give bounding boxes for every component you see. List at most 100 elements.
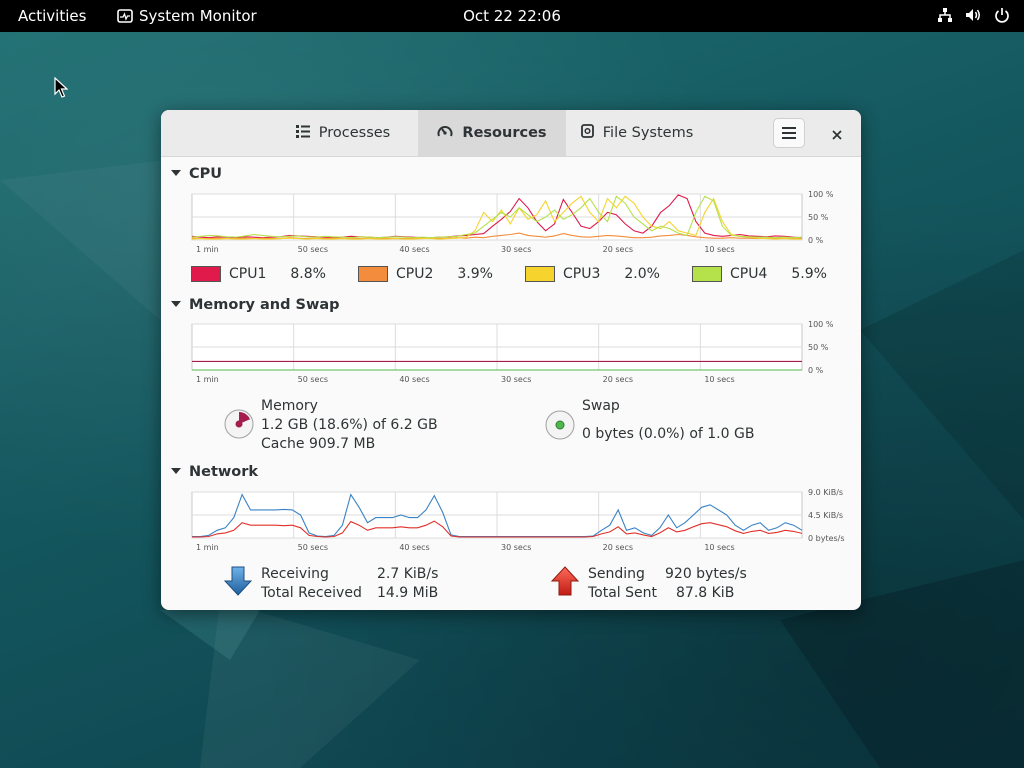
system-monitor-icon bbox=[117, 9, 133, 23]
y-tick-label: 9.0 KiB/s bbox=[808, 488, 843, 497]
memory-usage: 1.2 GB (18.6%) of 6.2 GB bbox=[261, 417, 438, 433]
x-tick-label: 1 min bbox=[196, 245, 219, 254]
cpu3-color-swatch[interactable] bbox=[525, 266, 555, 282]
tab-processes[interactable]: Processes bbox=[279, 110, 407, 156]
header-bar: Processes Resources File Systems bbox=[161, 110, 861, 157]
cpu3-name: CPU3 bbox=[563, 266, 601, 282]
receiving-label: Receiving bbox=[261, 566, 329, 582]
pie-center bbox=[555, 420, 565, 430]
activities-button[interactable]: Activities bbox=[18, 7, 86, 25]
close-icon bbox=[832, 125, 842, 144]
y-tick-label: 4.5 KiB/s bbox=[808, 511, 843, 520]
cpu3-value: 2.0% bbox=[624, 266, 660, 282]
cpu4-name: CPU4 bbox=[730, 266, 768, 282]
hamburger-menu-icon bbox=[782, 124, 796, 143]
memory-section-title: Memory and Swap bbox=[189, 297, 340, 313]
clock[interactable]: Oct 22 22:06 bbox=[463, 7, 561, 25]
cpu-section-toggle[interactable]: CPU bbox=[171, 166, 222, 182]
expander-arrow-icon bbox=[171, 166, 181, 182]
swap-usage: 0 bytes (0.0%) of 1.0 GB bbox=[582, 426, 755, 442]
tab-processes-label: Processes bbox=[318, 125, 391, 141]
y-tick-label: 0 % bbox=[808, 366, 824, 375]
x-tick-label: 1 min bbox=[196, 375, 219, 384]
cpu4-legend[interactable]: CPU4 5.9% bbox=[692, 266, 827, 282]
x-tick-label: 40 secs bbox=[399, 543, 429, 552]
x-tick-label: 10 secs bbox=[704, 375, 734, 384]
close-window-button[interactable] bbox=[825, 122, 849, 146]
memory-info: Memory 1.2 GB (18.6%) of 6.2 GB Cache 90… bbox=[261, 397, 438, 454]
total-received-value: 14.9 MiB bbox=[377, 585, 439, 601]
network-icon bbox=[937, 7, 953, 23]
x-tick-label: 50 secs bbox=[298, 543, 328, 552]
cpu-section-title: CPU bbox=[189, 166, 223, 182]
x-tick-label: 50 secs bbox=[298, 375, 328, 384]
disk-icon bbox=[580, 124, 594, 142]
x-tick-label: 20 secs bbox=[603, 543, 633, 552]
x-tick-label: 30 secs bbox=[501, 245, 531, 254]
x-tick-label: 40 secs bbox=[399, 375, 429, 384]
memory-label: Memory bbox=[261, 398, 318, 414]
system-monitor-window: Processes Resources File Systems CPU 1 m… bbox=[161, 110, 861, 610]
total-received-label: Total Received bbox=[261, 585, 362, 601]
y-tick-label: 100 % bbox=[808, 320, 834, 329]
cpu2-legend[interactable]: CPU2 3.9% bbox=[358, 266, 493, 282]
cpu1-color-swatch[interactable] bbox=[191, 266, 221, 282]
gauge-icon bbox=[437, 124, 453, 142]
expander-arrow-icon bbox=[171, 464, 181, 480]
sending-arrow-icon[interactable] bbox=[550, 565, 580, 601]
x-tick-label: 10 secs bbox=[704, 543, 734, 552]
network-section-title: Network bbox=[189, 464, 259, 480]
cpu4-value: 5.9% bbox=[791, 266, 827, 282]
x-tick-label: 1 min bbox=[196, 543, 219, 552]
cpu1-value: 8.8% bbox=[290, 266, 326, 282]
y-tick-label: 0 bytes/s bbox=[808, 534, 845, 543]
app-menu-button[interactable]: System Monitor bbox=[117, 7, 257, 25]
memory-section-toggle[interactable]: Memory and Swap bbox=[171, 297, 340, 313]
sending-value: 920 bytes/s bbox=[665, 566, 747, 582]
top-bar: Activities System Monitor Oct 22 22:06 bbox=[0, 0, 1024, 32]
sending-label: Sending bbox=[588, 566, 645, 582]
receiving-value: 2.7 KiB/s bbox=[377, 566, 439, 582]
memory-pie-icon[interactable] bbox=[223, 408, 255, 440]
tab-resources-label: Resources bbox=[462, 125, 547, 141]
network-section-toggle[interactable]: Network bbox=[171, 464, 258, 480]
app-name: System Monitor bbox=[139, 7, 257, 25]
cpu2-name: CPU2 bbox=[396, 266, 434, 282]
x-tick-label: 20 secs bbox=[603, 245, 633, 254]
x-tick-label: 50 secs bbox=[298, 245, 328, 254]
system-tray[interactable] bbox=[937, 7, 1010, 23]
cpu3-legend[interactable]: CPU3 2.0% bbox=[525, 266, 660, 282]
cpu1-name: CPU1 bbox=[229, 266, 267, 282]
x-tick-label: 30 secs bbox=[501, 375, 531, 384]
x-tick-label: 10 secs bbox=[704, 245, 734, 254]
tab-file-systems-label: File Systems bbox=[602, 125, 694, 141]
tab-file-systems[interactable]: File Systems bbox=[573, 110, 701, 156]
cpu1-legend[interactable]: CPU1 8.8% bbox=[191, 266, 326, 282]
swap-info: Swap 0 bytes (0.0%) of 1.0 GB bbox=[582, 397, 754, 444]
power-icon bbox=[994, 7, 1010, 23]
expander-arrow-icon bbox=[171, 297, 181, 313]
main-menu-button[interactable] bbox=[773, 118, 805, 148]
y-tick-label: 50 % bbox=[808, 213, 829, 222]
swap-pie-icon[interactable] bbox=[544, 409, 576, 441]
memory-history-graph: 1 min 50 secs 40 secs 30 secs 20 secs 10 secs… bbox=[191, 320, 834, 384]
cpu4-color-swatch[interactable] bbox=[692, 266, 722, 282]
cpu-history-graph: 1 min 50 secs 40 secs 30 secs 20 secs 10 secs… bbox=[191, 190, 834, 254]
total-sent-label: Total Sent bbox=[588, 585, 658, 601]
receiving-arrow-icon[interactable] bbox=[223, 565, 253, 601]
total-sent-value: 87.8 KiB bbox=[676, 585, 735, 601]
y-tick-label: 100 % bbox=[808, 190, 834, 199]
memory-cache: Cache 909.7 MB bbox=[261, 436, 376, 452]
volume-icon bbox=[965, 7, 982, 23]
pie-center bbox=[235, 420, 243, 428]
cpu2-value: 3.9% bbox=[457, 266, 493, 282]
swap-label: Swap bbox=[582, 398, 620, 414]
tab-resources[interactable]: Resources bbox=[418, 110, 566, 156]
x-tick-label: 30 secs bbox=[501, 543, 531, 552]
x-tick-label: 20 secs bbox=[603, 375, 633, 384]
y-tick-label: 0 % bbox=[808, 236, 824, 245]
network-history-graph: 1 min 50 secs 40 secs 30 secs 20 secs 10 secs… bbox=[191, 488, 845, 552]
cpu2-color-swatch[interactable] bbox=[358, 266, 388, 282]
mouse-cursor bbox=[54, 77, 68, 98]
list-icon bbox=[295, 124, 310, 142]
